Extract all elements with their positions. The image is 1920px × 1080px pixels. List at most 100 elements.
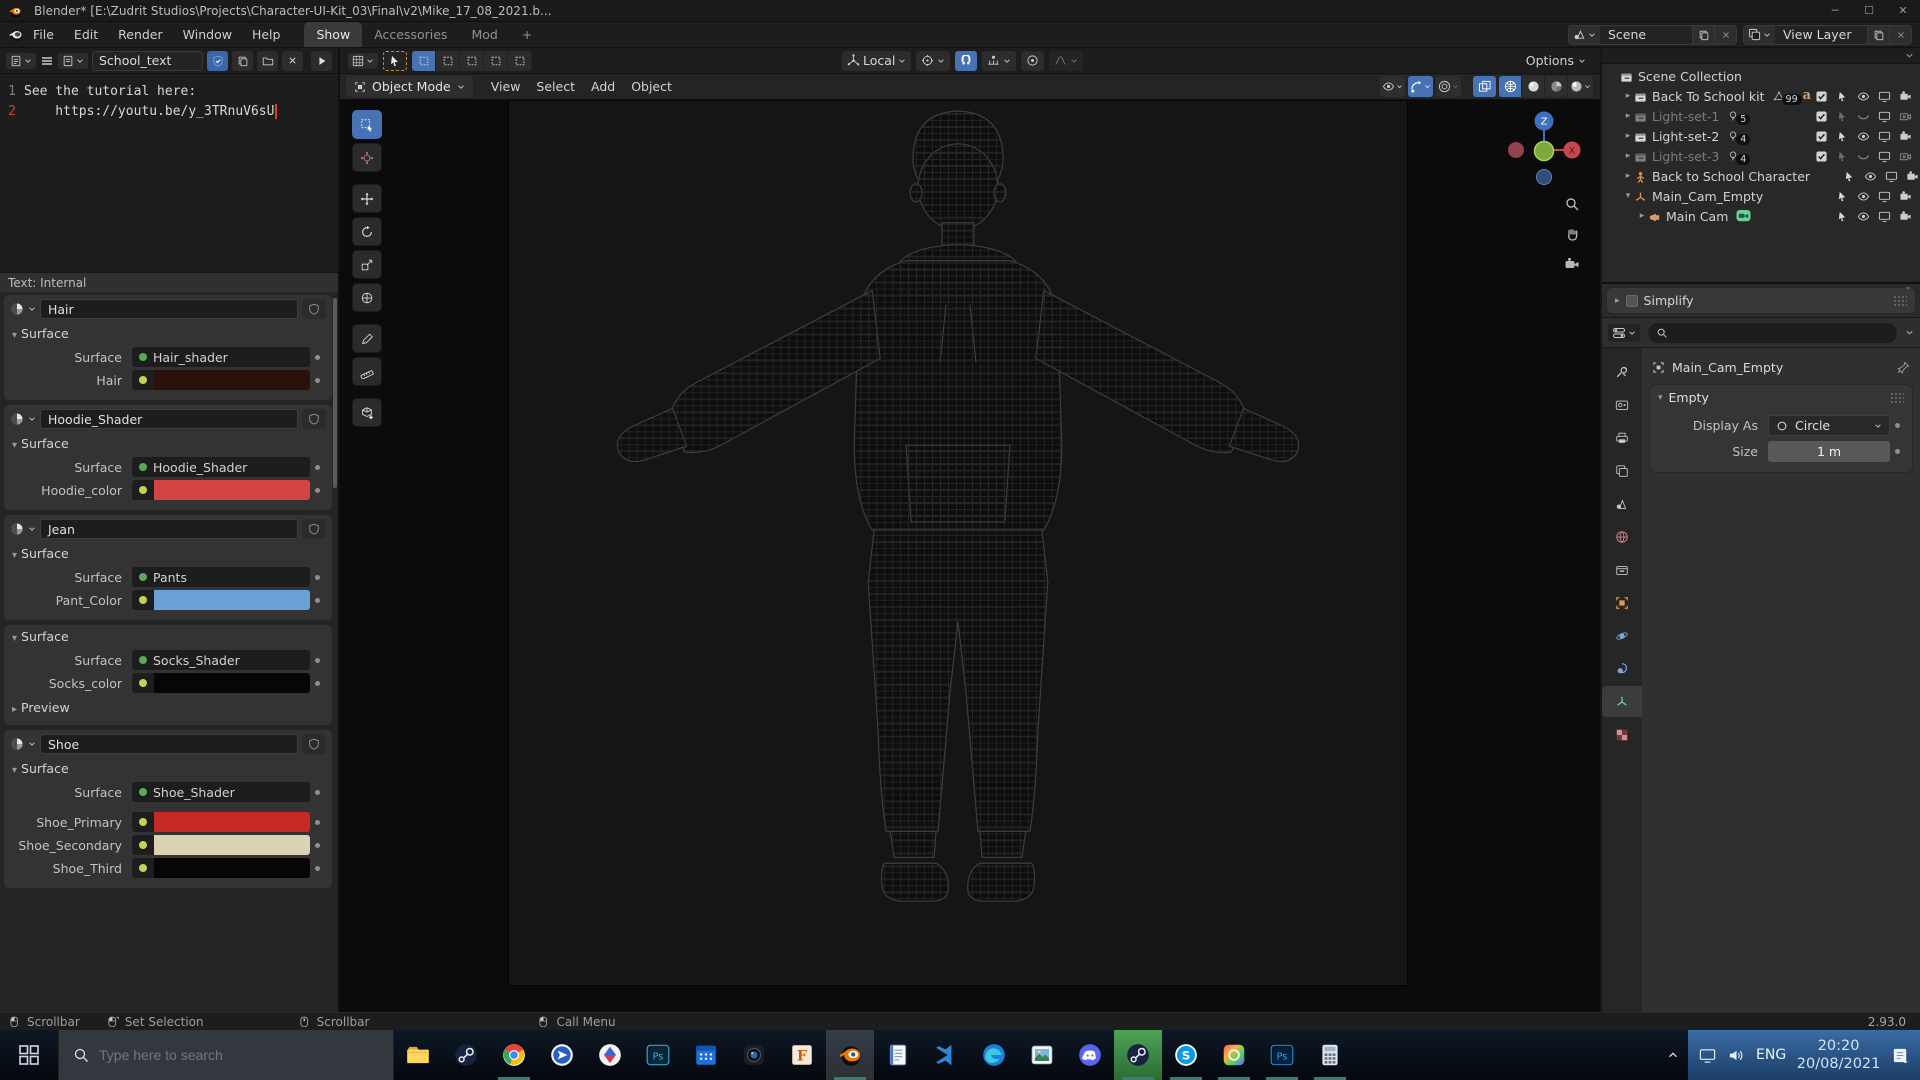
taskbar-app-photoshop-dark[interactable]: Ps (634, 1030, 682, 1080)
outliner-item-light-set-1[interactable]: ▸ Light-set-1 5 (1602, 106, 1920, 126)
menu-render[interactable]: Render (108, 23, 173, 46)
disable-render-toggle[interactable] (1895, 150, 1916, 163)
properties-tab-object-data[interactable] (1602, 686, 1642, 717)
expand-arrow-icon[interactable]: ▸ (1622, 111, 1634, 121)
viewport-canvas[interactable]: Z X (340, 100, 1600, 1012)
viewport-menu-select[interactable]: Select (528, 76, 583, 97)
animate-dot-icon[interactable] (310, 790, 324, 795)
collection-checkbox[interactable] (1811, 150, 1832, 162)
open-text-button[interactable] (257, 50, 278, 71)
color-socket-button[interactable] (132, 858, 154, 878)
shader-field[interactable]: Pants (132, 567, 310, 587)
disable-viewports-toggle[interactable] (1881, 170, 1902, 183)
color-field[interactable] (132, 370, 310, 390)
taskbar-app-notepad[interactable] (874, 1030, 922, 1080)
color-field[interactable] (132, 835, 310, 855)
chevron-down-icon[interactable]: ⌄ (1904, 282, 1912, 292)
properties-tab-collection[interactable] (1602, 554, 1642, 585)
animate-dot-icon[interactable] (310, 866, 324, 871)
simplify-panel[interactable]: ▸ Simplify (1607, 288, 1915, 313)
selectable-toggle[interactable] (1832, 211, 1853, 222)
fake-user-shield-button[interactable] (207, 50, 228, 71)
fake-user-shield-button[interactable] (302, 299, 326, 319)
fake-user-shield-button[interactable] (302, 734, 326, 754)
hide-viewport-toggle[interactable] (1860, 170, 1881, 183)
outliner-item-light-set-2[interactable]: ▸ Light-set-2 4 (1602, 126, 1920, 146)
selectable-toggle[interactable] (1832, 131, 1853, 142)
animate-dot-icon[interactable] (310, 820, 324, 825)
taskbar-app-skype[interactable]: S (1162, 1030, 1210, 1080)
chevron-down-icon[interactable] (1905, 328, 1914, 337)
select-mode-3-button[interactable] (460, 50, 484, 71)
color-swatch[interactable] (154, 480, 310, 500)
blender-menu-logo-icon[interactable] (8, 27, 23, 42)
disable-render-toggle[interactable] (1895, 130, 1916, 143)
disable-viewports-toggle[interactable] (1874, 190, 1895, 203)
options-dropdown[interactable]: Options (1520, 53, 1592, 68)
animate-dot-icon[interactable] (310, 843, 324, 848)
tool-scale-button[interactable] (352, 250, 382, 279)
properties-tab-object[interactable] (1602, 587, 1642, 618)
hide-viewport-toggle[interactable] (1853, 210, 1874, 223)
scene-selector[interactable]: Scene (1568, 24, 1737, 45)
color-socket-button[interactable] (132, 480, 154, 500)
code-line[interactable]: 1 See the tutorial here: (0, 82, 338, 102)
snap-toggle-button[interactable] (955, 50, 978, 71)
surface-section-header[interactable]: ▾ Surface (4, 542, 332, 564)
taskbar-app-camera-app[interactable] (730, 1030, 778, 1080)
workspace-tab-mod[interactable]: Mod (459, 22, 509, 47)
xray-toggle-button[interactable] (1473, 76, 1496, 97)
new-text-button[interactable] (232, 50, 253, 71)
menu-help[interactable]: Help (242, 23, 291, 46)
color-socket-button[interactable] (132, 370, 154, 390)
color-field[interactable] (132, 673, 310, 693)
display-as-dropdown[interactable]: Circle (1768, 415, 1890, 436)
breadcrumb-object-name[interactable]: Main_Cam_Empty (1672, 360, 1783, 375)
disable-viewports-toggle[interactable] (1874, 150, 1895, 163)
animate-dot-icon[interactable] (310, 378, 324, 383)
color-swatch[interactable] (154, 673, 310, 693)
material-name-field[interactable]: Hoodie_Shader (40, 409, 298, 429)
disable-render-toggle[interactable] (1895, 210, 1916, 223)
menu-file[interactable]: File (23, 23, 64, 46)
shading-wireframe-button[interactable] (1499, 76, 1522, 97)
selectable-toggle[interactable] (1832, 91, 1853, 102)
color-socket-button[interactable] (132, 812, 154, 832)
preview-section-header[interactable]: ▸ Preview (4, 696, 332, 718)
taskbar-app-photos[interactable] (1018, 1030, 1066, 1080)
taskbar-app-discord[interactable] (1066, 1030, 1114, 1080)
collection-checkbox[interactable] (1811, 130, 1832, 142)
taskbar-app-file-explorer[interactable] (394, 1030, 442, 1080)
animate-dot-icon[interactable] (310, 681, 324, 686)
proportional-editing-button[interactable] (1021, 50, 1045, 71)
unlink-scene-button[interactable] (1714, 25, 1736, 44)
color-swatch[interactable] (154, 370, 310, 390)
disable-render-toggle[interactable] (1895, 90, 1916, 103)
properties-tab-scene[interactable] (1602, 488, 1642, 519)
outliner-item-main-cam-empty[interactable]: ▾ Main_Cam_Empty (1602, 186, 1920, 206)
disable-viewports-toggle[interactable] (1874, 130, 1895, 143)
transform-orientation-dropdown[interactable]: Local (842, 50, 912, 71)
object-visibility-dropdown[interactable] (1380, 76, 1405, 97)
taskbar-app-app-diamond[interactable] (586, 1030, 634, 1080)
material-name-field[interactable]: Jean (40, 519, 298, 539)
snap-target-dropdown[interactable] (982, 50, 1017, 71)
mode-dropdown[interactable]: Object Mode (346, 76, 473, 97)
tool-annotate-button[interactable] (352, 324, 382, 353)
selectable-toggle[interactable] (1832, 191, 1853, 202)
hide-viewport-toggle[interactable] (1853, 110, 1874, 123)
shading-material-button[interactable] (1545, 76, 1568, 97)
properties-tab-constraints[interactable] (1602, 653, 1642, 684)
animate-dot-icon[interactable] (310, 465, 324, 470)
taskbar-app-chrome[interactable] (490, 1030, 538, 1080)
color-socket-button[interactable] (132, 673, 154, 693)
workspace-tab-plus[interactable]: + (510, 22, 544, 47)
cast-icon[interactable] (1698, 1046, 1717, 1065)
select-mode-5-button[interactable] (508, 50, 532, 71)
expand-arrow-icon[interactable]: ▸ (1622, 151, 1634, 161)
expand-arrow-icon[interactable]: ▸ (1622, 171, 1634, 181)
taskbar-app-adobe-cc[interactable] (1210, 1030, 1258, 1080)
disable-viewports-toggle[interactable] (1874, 90, 1895, 103)
tool-rotate-button[interactable] (352, 217, 382, 246)
taskbar-app-app-circle-arrow[interactable] (538, 1030, 586, 1080)
